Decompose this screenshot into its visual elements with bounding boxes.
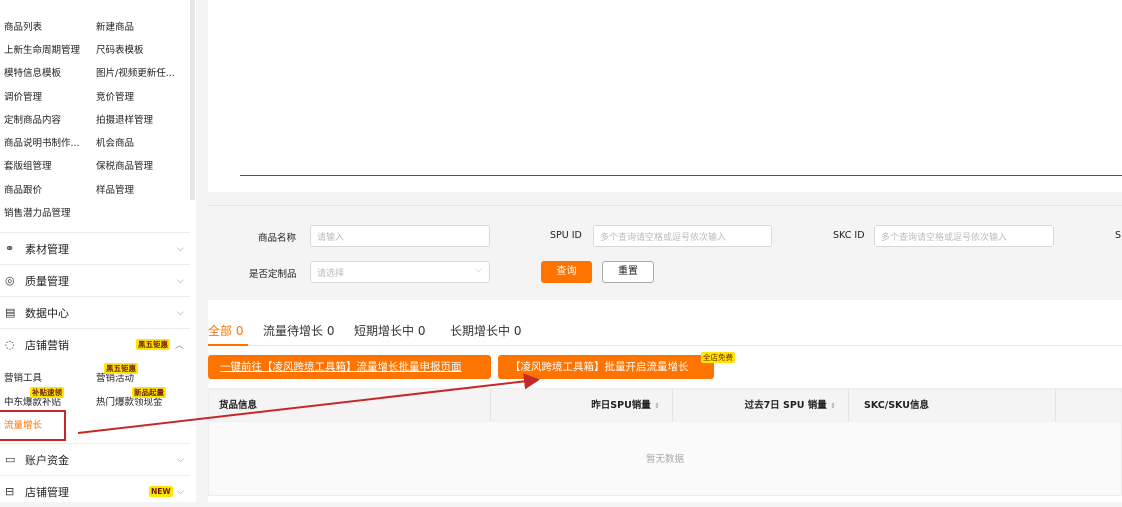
chart-panel: [208, 0, 1122, 192]
sidebar-group-material[interactable]: ⚭ 素材管理 ⌵: [0, 232, 190, 264]
sidebar-scrollbar[interactable]: [190, 0, 195, 200]
col-7day-spu-sales[interactable]: 过去7日 SPU 销量 ⇕: [673, 389, 849, 422]
col-skc-sku-info: SKC/SKU信息: [849, 389, 1056, 422]
spu-id-input[interactable]: 多个查询请空格或逗号依次输入: [593, 225, 772, 247]
group-label: 店铺营销: [25, 338, 69, 352]
chevron-down-icon: ⌵: [177, 307, 184, 318]
menu-item[interactable]: 销售潜力品管理: [4, 205, 71, 219]
new-badge: NEW: [149, 486, 173, 497]
menu-item[interactable]: 商品列表: [4, 19, 42, 33]
menu-item[interactable]: 新建商品: [96, 19, 134, 33]
menu-item[interactable]: 定制商品内容: [4, 112, 61, 126]
sku-id-label: S: [1115, 230, 1122, 241]
shield-check-icon: ◎: [5, 274, 15, 287]
batch-enable-growth-button[interactable]: 【凌风跨境工具箱】批量开启流量增长: [498, 355, 714, 379]
filter-panel: 商品名称 请输入 SPU ID 多个查询请空格或逗号依次输入 SKC ID 多个…: [208, 205, 1122, 300]
batch-declare-link-button[interactable]: 一键前往【凌风跨境工具箱】流量增长批量申报页面: [208, 355, 491, 379]
tab-pending-growth[interactable]: 流量待增长 0: [263, 322, 334, 339]
col-product-info: 货品信息: [209, 389, 491, 422]
sidebar-group-account[interactable]: ▭ 账户资金 ⌵: [0, 443, 190, 475]
skc-id-label: SKC ID: [833, 230, 865, 241]
skc-id-input[interactable]: 多个查询请空格或逗号依次输入: [874, 225, 1054, 247]
product-name-input[interactable]: 请输入: [310, 225, 490, 247]
is-custom-label: 是否定制品: [249, 269, 297, 280]
menu-item[interactable]: 上新生命周期管理: [4, 42, 80, 56]
menu-item[interactable]: 调价管理: [4, 89, 42, 103]
chevron-down-icon: ⌵: [177, 486, 184, 497]
product-name-label: 商品名称: [258, 233, 297, 244]
promo-badge: 黑五钜惠: [104, 363, 138, 374]
sidebar-group-data[interactable]: ▤ 数据中心 ⌵: [0, 296, 190, 328]
query-button[interactable]: 查询: [541, 261, 592, 283]
material-icon: ⚭: [5, 242, 15, 255]
col-yesterday-spu-sales[interactable]: 昨日SPU销量 ⇕: [491, 389, 673, 422]
menu-item[interactable]: 机会商品: [96, 135, 134, 149]
table-header: 货品信息 昨日SPU销量 ⇕ 过去7日 SPU 销量 ⇕ SKC/SKU信息: [209, 389, 1121, 422]
chevron-down-icon: ⌵: [475, 265, 482, 275]
menu-item[interactable]: 拍摄退样管理: [96, 112, 153, 126]
tab-long-term[interactable]: 长期增长中 0: [450, 322, 521, 339]
tab-short-term[interactable]: 短期增长中 0: [354, 322, 425, 339]
spu-id-label: SPU ID: [550, 230, 582, 241]
promo-badge: 补贴速领: [30, 387, 64, 398]
reset-button[interactable]: 重置: [602, 261, 654, 283]
menu-item-marketing-tools[interactable]: 营销工具: [4, 370, 42, 384]
is-custom-select[interactable]: 请选择 ⌵: [310, 261, 490, 283]
menu-item[interactable]: 商品说明书制作...: [4, 135, 80, 149]
sidebar-group-store[interactable]: ⊟ 店铺管理 NEW ⌵: [0, 475, 190, 507]
promo-badge: 新品起量: [132, 387, 166, 398]
menu-item[interactable]: 竞价管理: [96, 89, 134, 103]
annotation-highlight-box: [0, 410, 66, 441]
tag-icon: ◌: [5, 338, 15, 351]
chevron-down-icon: ⌵: [177, 243, 184, 254]
empty-state: 暂无数据: [645, 454, 684, 465]
sort-icon[interactable]: ⇕: [830, 402, 836, 410]
data-icon: ▤: [5, 306, 16, 319]
product-table: 货品信息 昨日SPU销量 ⇕ 过去7日 SPU 销量 ⇕ SKC/SKU信息 暂…: [208, 388, 1122, 496]
select-placeholder: 请选择: [317, 269, 345, 279]
menu-item[interactable]: 套版组管理: [4, 158, 52, 172]
header-label: 过去7日 SPU 销量: [744, 400, 827, 411]
group-label: 账户资金: [25, 453, 69, 467]
group-label: 店铺管理: [25, 485, 69, 499]
sort-icon[interactable]: ⇕: [654, 402, 660, 410]
tab-divider: [208, 345, 1122, 346]
menu-item[interactable]: 图片/视频更新任...: [96, 65, 175, 79]
chevron-down-icon: ⌵: [177, 454, 184, 465]
menu-item[interactable]: 模特信息模板: [4, 65, 61, 79]
group-label: 质量管理: [25, 274, 69, 288]
tab-all[interactable]: 全部 0: [208, 322, 243, 339]
active-tab-indicator: [208, 344, 248, 346]
sidebar-group-marketing[interactable]: ◌ 店铺营销 黑五钜惠 ︿: [0, 328, 190, 360]
menu-item[interactable]: 尺码表模板: [96, 42, 144, 56]
menu-item[interactable]: 样品管理: [96, 182, 134, 196]
wallet-icon: ▭: [5, 453, 16, 466]
group-label: 数据中心: [25, 306, 69, 320]
menu-item[interactable]: 保税商品管理: [96, 158, 153, 172]
chart-axis-line: [240, 175, 1122, 176]
sidebar-group-quality[interactable]: ◎ 质量管理 ⌵: [0, 264, 190, 296]
group-label: 素材管理: [25, 242, 69, 256]
free-badge: 全店免费: [701, 352, 735, 363]
main-content: 全部 0 流量待增长 0 短期增长中 0 长期增长中 0 一键前往【凌风跨境工具…: [208, 300, 1122, 502]
menu-item[interactable]: 商品跟价: [4, 182, 42, 196]
chevron-down-icon: ⌵: [177, 275, 184, 286]
chevron-up-icon: ︿: [174, 341, 184, 351]
header-label: 昨日SPU销量: [591, 400, 651, 411]
store-icon: ⊟: [5, 485, 15, 498]
promo-badge: 黑五钜惠: [136, 339, 170, 350]
